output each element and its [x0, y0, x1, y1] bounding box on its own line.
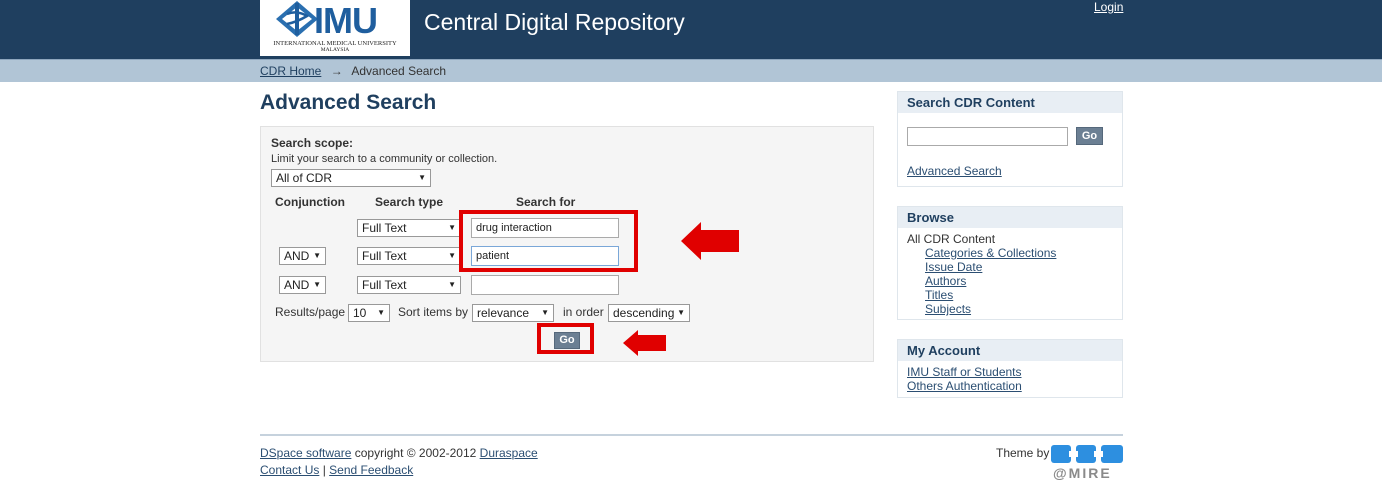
- search-type-select-3[interactable]: Full Text ▼: [357, 276, 461, 294]
- results-per-page-value: 10: [353, 306, 367, 320]
- chevron-down-icon: ▼: [448, 280, 456, 289]
- highlight-box-queries: [459, 210, 638, 272]
- search-type-select-2[interactable]: Full Text ▼: [357, 247, 461, 265]
- logo-subtitle: INTERNATIONAL MEDICAL UNIVERSITY: [273, 40, 397, 47]
- scope-select[interactable]: All of CDR ▼: [271, 169, 431, 187]
- send-feedback-link[interactable]: Send Feedback: [329, 463, 413, 477]
- scope-select-value: All of CDR: [276, 171, 333, 185]
- dspace-link[interactable]: DSpace software: [260, 446, 351, 460]
- mire-logo-icon: [1051, 445, 1123, 463]
- scope-label: Search scope:: [271, 136, 354, 150]
- search-type-value-1: Full Text: [362, 221, 407, 235]
- sort-select[interactable]: relevance ▼: [472, 304, 554, 322]
- col-type-header: Search type: [375, 195, 444, 209]
- sidebar-browse-title: Browse: [898, 207, 1122, 228]
- breadcrumb-arrow: →: [330, 64, 343, 78]
- chevron-down-icon: ▼: [541, 308, 549, 317]
- red-arrow-icon: [623, 330, 666, 356]
- sidebar-account-box: My Account IMU Staff or Students Others …: [897, 339, 1123, 398]
- sidebar-search-go-button[interactable]: Go: [1076, 127, 1103, 145]
- search-query-input-3[interactable]: [471, 275, 619, 295]
- highlight-box-go: [537, 323, 594, 354]
- mire-logo[interactable]: @MIRE: [1051, 443, 1123, 483]
- sidebar-search-input[interactable]: [907, 127, 1068, 146]
- imu-logo[interactable]: IMU INTERNATIONAL MEDICAL UNIVERSITY MAL…: [260, 0, 410, 56]
- col-for-header: Search for: [516, 195, 576, 209]
- results-per-page-label: Results/page: [275, 305, 346, 319]
- footer-separator: |: [319, 463, 330, 477]
- duraspace-link[interactable]: Duraspace: [480, 446, 538, 460]
- col-conjunction-header: Conjunction: [275, 195, 345, 209]
- search-type-value-2: Full Text: [362, 249, 407, 263]
- footer-links: Contact Us | Send Feedback: [260, 463, 413, 477]
- conjunction-select-2[interactable]: AND ▼: [279, 247, 326, 265]
- browse-all-label: All CDR Content: [907, 232, 996, 246]
- chevron-down-icon: ▼: [377, 308, 385, 317]
- footer-divider: [260, 434, 1123, 436]
- chevron-down-icon: ▼: [677, 308, 685, 317]
- browse-item-authors[interactable]: Authors: [925, 274, 966, 288]
- red-arrow-icon: [681, 222, 739, 260]
- header: IMU INTERNATIONAL MEDICAL UNIVERSITY MAL…: [0, 0, 1382, 59]
- contact-us-link[interactable]: Contact Us: [260, 463, 319, 477]
- copyright-text: copyright © 2002-2012: [351, 446, 480, 460]
- sidebar-advanced-search-link[interactable]: Advanced Search: [907, 164, 1002, 178]
- search-type-value-3: Full Text: [362, 278, 407, 292]
- scope-hint: Limit your search to a community or coll…: [271, 153, 498, 165]
- login-link[interactable]: Login: [1094, 0, 1123, 14]
- search-type-select-1[interactable]: Full Text ▼: [357, 219, 461, 237]
- browse-item-subjects[interactable]: Subjects: [925, 302, 971, 316]
- logo-text: IMU: [314, 0, 378, 41]
- browse-item-issue-date[interactable]: Issue Date: [925, 260, 982, 274]
- sidebar-browse-box: Browse All CDR Content Categories & Coll…: [897, 206, 1123, 320]
- footer-copyright: DSpace software copyright © 2002-2012 Du…: [260, 446, 538, 460]
- sidebar-search-title: Search CDR Content: [898, 92, 1122, 113]
- mire-text: @MIRE: [1053, 465, 1112, 481]
- account-item-others[interactable]: Others Authentication: [907, 379, 1022, 393]
- theme-by-label: Theme by: [996, 446, 1050, 460]
- site-title[interactable]: Central Digital Repository: [424, 9, 685, 36]
- logo-country: MALAYSIA: [320, 47, 350, 53]
- sort-label: Sort items by: [398, 305, 469, 319]
- conjunction-value-3: AND: [284, 278, 310, 292]
- browse-item-titles[interactable]: Titles: [925, 288, 953, 302]
- breadcrumb-current: Advanced Search: [351, 64, 447, 78]
- breadcrumb: CDR Home → Advanced Search: [0, 59, 1382, 82]
- conjunction-select-3[interactable]: AND ▼: [279, 276, 326, 294]
- chevron-down-icon: ▼: [313, 251, 321, 260]
- account-item-staff[interactable]: IMU Staff or Students: [907, 365, 1022, 379]
- chevron-down-icon: ▼: [448, 223, 456, 232]
- order-select[interactable]: descending ▼: [608, 304, 690, 322]
- sidebar-account-title: My Account: [898, 340, 1122, 361]
- chevron-down-icon: ▼: [418, 173, 426, 182]
- sidebar-search-box: Search CDR Content Go Advanced Search: [897, 91, 1123, 187]
- sort-value: relevance: [477, 306, 530, 320]
- order-value: descending: [613, 306, 675, 320]
- chevron-down-icon: ▼: [448, 251, 456, 260]
- order-label: in order: [563, 305, 604, 319]
- breadcrumb-home-link[interactable]: CDR Home: [260, 64, 321, 78]
- results-per-page-select[interactable]: 10 ▼: [348, 304, 390, 322]
- page-title: Advanced Search: [260, 91, 437, 114]
- browse-item-categories[interactable]: Categories & Collections: [925, 246, 1056, 260]
- conjunction-value-2: AND: [284, 249, 310, 263]
- chevron-down-icon: ▼: [313, 280, 321, 289]
